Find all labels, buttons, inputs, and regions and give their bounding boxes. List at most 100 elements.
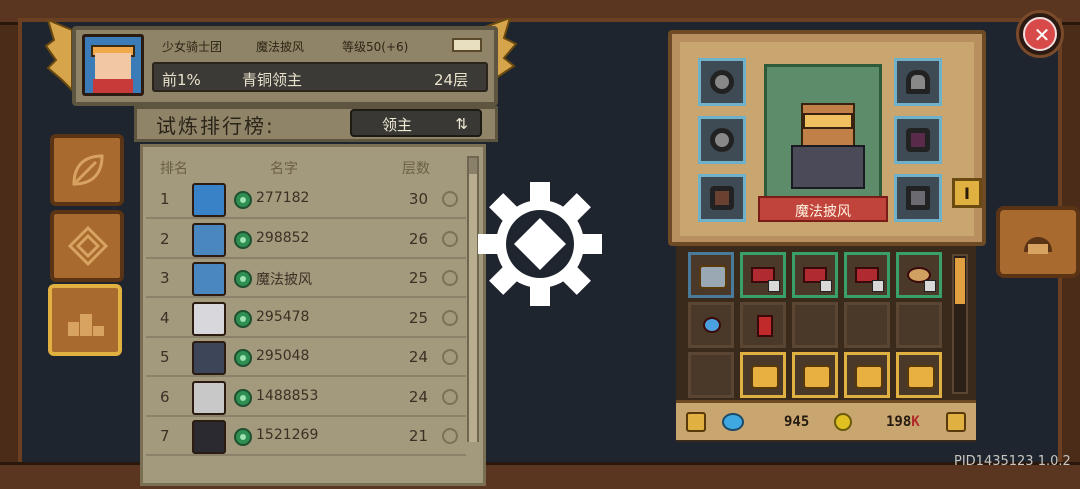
gem-icon bbox=[722, 413, 744, 431]
inventory-slot[interactable] bbox=[792, 352, 838, 398]
player-avatar[interactable] bbox=[82, 34, 144, 96]
inventory-slot[interactable] bbox=[740, 352, 786, 398]
guild-badge-icon bbox=[234, 349, 252, 367]
ring-slot[interactable] bbox=[698, 116, 746, 164]
necklace-slot[interactable] bbox=[698, 58, 746, 106]
boots-slot[interactable] bbox=[698, 174, 746, 222]
inspect-icon[interactable] bbox=[442, 309, 458, 326]
row-floors: 30 bbox=[408, 190, 428, 208]
table-row[interactable]: 6 1488853 24 bbox=[146, 379, 466, 417]
table-row[interactable]: 4 295478 25 bbox=[146, 300, 466, 338]
tier-badge[interactable]: I bbox=[952, 178, 982, 208]
table-row[interactable]: 2 298852 26 bbox=[146, 221, 466, 259]
podium-icon bbox=[68, 304, 104, 336]
player-level: 等级50(+6) bbox=[342, 40, 409, 54]
helmet-tab-button[interactable] bbox=[996, 206, 1080, 278]
key-icon bbox=[452, 38, 482, 52]
row-rank: 3 bbox=[160, 269, 170, 287]
character-name: 魔法披风 bbox=[795, 204, 851, 220]
best-floor: 24层 bbox=[434, 71, 469, 89]
table-row[interactable]: 1 277182 30 bbox=[146, 181, 466, 219]
helmet-slot[interactable] bbox=[894, 58, 942, 106]
inventory-slot[interactable] bbox=[844, 302, 890, 348]
inventory-slot[interactable] bbox=[844, 252, 890, 298]
gear-loading-icon bbox=[478, 182, 602, 306]
inventory-slot[interactable] bbox=[688, 302, 734, 348]
row-name: 1521269 bbox=[256, 427, 319, 443]
diamond-tab-button[interactable] bbox=[50, 210, 124, 282]
filter-lord-button[interactable]: 领主 ⇅ bbox=[350, 109, 482, 137]
row-avatar bbox=[192, 262, 226, 296]
inspect-icon[interactable] bbox=[442, 270, 458, 286]
row-rank: 7 bbox=[160, 427, 170, 445]
col-rank: 排名 bbox=[160, 161, 188, 177]
inventory-scroll-thumb[interactable] bbox=[955, 258, 965, 304]
row-avatar bbox=[192, 420, 226, 454]
ranking-scroll-thumb[interactable] bbox=[469, 174, 477, 442]
grid-icon[interactable] bbox=[946, 412, 966, 432]
table-row[interactable]: 3 魔法披风 25 bbox=[146, 260, 466, 298]
row-name: 295478 bbox=[256, 308, 310, 325]
percentile-label: 前1% bbox=[162, 71, 201, 89]
inventory-slot[interactable] bbox=[896, 352, 942, 398]
inventory-slot[interactable] bbox=[896, 252, 942, 298]
character-name-plate: 魔法披风 bbox=[758, 196, 888, 222]
table-row[interactable]: 5 295048 24 bbox=[146, 339, 466, 377]
row-floors: 25 bbox=[408, 269, 428, 287]
inspect-icon[interactable] bbox=[442, 230, 458, 247]
inventory-slot[interactable] bbox=[740, 252, 786, 298]
inventory-slot[interactable] bbox=[792, 252, 838, 298]
row-floors: 24 bbox=[408, 387, 428, 406]
guild-badge-icon bbox=[234, 270, 252, 288]
inventory-slot[interactable] bbox=[896, 302, 942, 348]
row-floors: 25 bbox=[408, 308, 428, 327]
swap-icon: ⇅ bbox=[455, 115, 468, 133]
guild-badge-icon bbox=[234, 191, 252, 209]
inventory-slot[interactable] bbox=[740, 302, 786, 348]
row-rank: 6 bbox=[160, 387, 170, 406]
row-name: 295048 bbox=[256, 348, 310, 364]
leaderboard-tab-button[interactable] bbox=[48, 284, 122, 356]
row-floors: 26 bbox=[408, 229, 428, 248]
rank-title: 青铜领主 bbox=[242, 71, 303, 89]
inventory-slot[interactable] bbox=[688, 352, 734, 398]
table-row[interactable]: 7 1521269 21 bbox=[146, 418, 466, 456]
close-button[interactable]: ✕ bbox=[1016, 10, 1064, 58]
guild-badge-icon bbox=[234, 309, 252, 328]
lock-icon[interactable] bbox=[686, 412, 706, 432]
inspect-icon[interactable] bbox=[442, 388, 458, 405]
row-avatar bbox=[192, 380, 226, 415]
inspect-icon[interactable] bbox=[442, 349, 458, 365]
helmet-icon bbox=[1024, 237, 1052, 254]
gold-count: 198K bbox=[886, 414, 920, 430]
leaderboard-title: 试炼排行榜: bbox=[156, 114, 275, 138]
inspect-icon[interactable] bbox=[442, 428, 458, 444]
close-icon: ✕ bbox=[1033, 23, 1051, 47]
build-version: PID1435123 1.0.2 bbox=[954, 454, 1071, 469]
row-rank: 4 bbox=[160, 308, 170, 327]
col-name: 名字 bbox=[270, 161, 298, 177]
inventory-slot[interactable] bbox=[844, 352, 890, 398]
row-avatar bbox=[192, 222, 226, 257]
guild-name: 少女骑士团 bbox=[162, 40, 223, 54]
inventory-slot[interactable] bbox=[792, 302, 838, 348]
row-name: 298852 bbox=[256, 229, 310, 246]
table-header: 排名 名字 层数 bbox=[146, 154, 466, 180]
row-rank: 5 bbox=[160, 348, 170, 366]
gold-coin-icon bbox=[834, 413, 852, 431]
filter-label: 领主 bbox=[382, 116, 413, 134]
inspect-icon[interactable] bbox=[442, 191, 458, 207]
currency-bar: 945 198K bbox=[676, 400, 976, 440]
leaf-icon bbox=[72, 154, 104, 186]
row-name: 魔法披风 bbox=[256, 272, 312, 288]
player-name: 魔法披风 bbox=[256, 40, 305, 54]
guild-badge-icon bbox=[234, 428, 252, 446]
leaf-tab-button[interactable] bbox=[50, 134, 124, 206]
armor-slot[interactable] bbox=[894, 116, 942, 164]
inventory-slot[interactable] bbox=[688, 252, 734, 298]
weapon-slot[interactable] bbox=[894, 174, 942, 222]
guild-badge-icon bbox=[234, 230, 252, 249]
row-rank: 1 bbox=[160, 190, 170, 208]
row-avatar bbox=[192, 301, 226, 336]
row-floors: 21 bbox=[408, 427, 428, 445]
